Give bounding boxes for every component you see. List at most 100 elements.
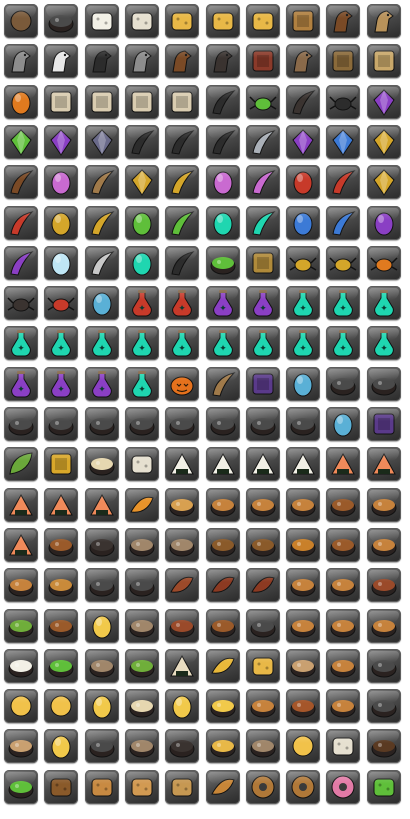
salad-icon[interactable] [4, 608, 38, 643]
iron-pot-icon[interactable] [165, 407, 200, 441]
rainbow-horn-icon[interactable] [245, 165, 280, 200]
cake-icon[interactable] [326, 729, 361, 764]
iron-pot-icon[interactable] [124, 407, 159, 441]
chocolate-donut-icon[interactable] [286, 769, 321, 804]
gold-spider-icon[interactable] [326, 245, 361, 280]
stew-pot-icon[interactable] [124, 568, 159, 603]
scroll-icon[interactable] [165, 84, 200, 119]
steak-icon[interactable] [205, 568, 240, 603]
omelette-icon[interactable] [44, 689, 79, 724]
noodle-bowl-icon[interactable] [124, 689, 159, 724]
purple-horn-icon[interactable] [4, 245, 38, 280]
gold-horn-icon[interactable] [165, 165, 200, 200]
purple-potion-icon[interactable]: ✦ [44, 366, 79, 401]
gold-horn-icon[interactable] [84, 205, 119, 240]
teal-potion-icon[interactable]: ✦ [84, 326, 119, 361]
teal-potion-icon[interactable]: ✦ [205, 326, 240, 361]
purple-potion-icon[interactable]: ✦ [4, 366, 38, 401]
cheese-wedge-icon[interactable] [205, 4, 240, 38]
teal-potion-icon[interactable]: ✦ [165, 326, 200, 361]
tan-horse-icon[interactable] [366, 4, 401, 38]
brown-horse-icon[interactable] [326, 4, 361, 38]
scroll-icon[interactable] [124, 84, 159, 119]
iron-pot-icon[interactable] [84, 407, 119, 441]
green-salad-icon[interactable] [4, 769, 38, 804]
meatball-icon[interactable] [366, 568, 401, 603]
mushroom-dish-icon[interactable] [286, 648, 321, 683]
scroll-icon[interactable] [44, 84, 79, 119]
teal-potion-icon[interactable]: ✦ [124, 366, 159, 401]
vegetable-bowl-icon[interactable] [84, 648, 119, 683]
rice-ball-icon[interactable] [205, 447, 240, 482]
fries-icon[interactable] [205, 648, 240, 683]
black-horn-icon[interactable] [205, 124, 240, 159]
photo-frame-icon[interactable] [366, 407, 401, 441]
horn-icon[interactable] [84, 165, 119, 200]
cream-soup-icon[interactable] [286, 608, 321, 643]
vegetable-bowl-icon[interactable] [124, 527, 159, 562]
roast-chicken-icon[interactable] [44, 608, 79, 643]
harness-icon[interactable] [326, 44, 361, 79]
croissant-icon[interactable] [205, 769, 240, 804]
soup-bowl-icon[interactable] [245, 487, 280, 522]
silver-horn-icon[interactable] [84, 245, 119, 280]
green-crystal-icon[interactable] [4, 124, 38, 159]
gold-crab-icon[interactable] [286, 245, 321, 280]
roast-icon[interactable] [326, 527, 361, 562]
gold-gem-icon[interactable] [124, 165, 159, 200]
roast-chicken-icon[interactable] [205, 608, 240, 643]
teal-potion-icon[interactable]: ✦ [326, 286, 361, 321]
dark-bowl-icon[interactable] [84, 527, 119, 562]
fried-egg-icon[interactable] [84, 608, 119, 643]
cake-box-icon[interactable] [124, 447, 159, 482]
white-horse-icon[interactable] [44, 44, 79, 79]
soup-bowl-icon[interactable] [366, 527, 401, 562]
iron-pot-icon[interactable] [245, 407, 280, 441]
black-wing-icon[interactable] [165, 124, 200, 159]
black-horse-icon[interactable] [84, 44, 119, 79]
stew-pot-icon[interactable] [366, 648, 401, 683]
sushi-icon[interactable] [84, 487, 119, 522]
sausage-icon[interactable] [165, 568, 200, 603]
grey-horse-icon[interactable] [124, 44, 159, 79]
grey-zebra-icon[interactable] [4, 44, 38, 79]
sushi-icon[interactable] [44, 487, 79, 522]
spiked-shell-icon[interactable] [84, 124, 119, 159]
noodle-cup-icon[interactable] [84, 447, 119, 482]
red-horn-icon[interactable] [326, 165, 361, 200]
chocolate-dish-icon[interactable] [366, 729, 401, 764]
brown-horse-head-icon[interactable] [165, 44, 200, 79]
teal-potion-icon[interactable]: ✦ [4, 326, 38, 361]
teal-potion-icon[interactable]: ✦ [245, 326, 280, 361]
iron-pot-icon[interactable] [205, 407, 240, 441]
vegetable-bowl-icon[interactable] [245, 729, 280, 764]
cheese-icon[interactable] [245, 648, 280, 683]
roast-icon[interactable] [44, 527, 79, 562]
roast-icon[interactable] [326, 487, 361, 522]
sushi-icon[interactable] [4, 487, 38, 522]
omelette-icon[interactable] [286, 729, 321, 764]
photo-frame-icon[interactable] [245, 366, 280, 401]
teal-egg-icon[interactable] [205, 205, 240, 240]
stew-pot-icon[interactable] [245, 608, 280, 643]
soup-bowl-icon[interactable] [326, 689, 361, 724]
fried-fish-icon[interactable] [286, 527, 321, 562]
vegetable-bowl-icon[interactable] [124, 608, 159, 643]
mooncake-icon[interactable] [124, 4, 159, 38]
blue-eye-icon[interactable] [326, 124, 361, 159]
pasta-bowl-icon[interactable] [165, 487, 200, 522]
steak-icon[interactable] [245, 568, 280, 603]
pot-icon[interactable] [84, 729, 119, 764]
rice-ball-icon[interactable] [286, 447, 321, 482]
waffle-icon[interactable] [84, 769, 119, 804]
teal-potion-icon[interactable]: ✦ [286, 286, 321, 321]
gold-egg-icon[interactable] [44, 205, 79, 240]
purple-egg-icon[interactable] [366, 205, 401, 240]
green-egg-icon[interactable] [124, 205, 159, 240]
fried-shrimp-icon[interactable] [124, 487, 159, 522]
teal-potion-icon[interactable]: ✦ [366, 326, 401, 361]
teal-egg-icon[interactable] [124, 245, 159, 280]
black-spider-icon[interactable] [326, 84, 361, 119]
sushi-icon[interactable] [366, 447, 401, 482]
red-monster-icon[interactable] [44, 286, 79, 321]
